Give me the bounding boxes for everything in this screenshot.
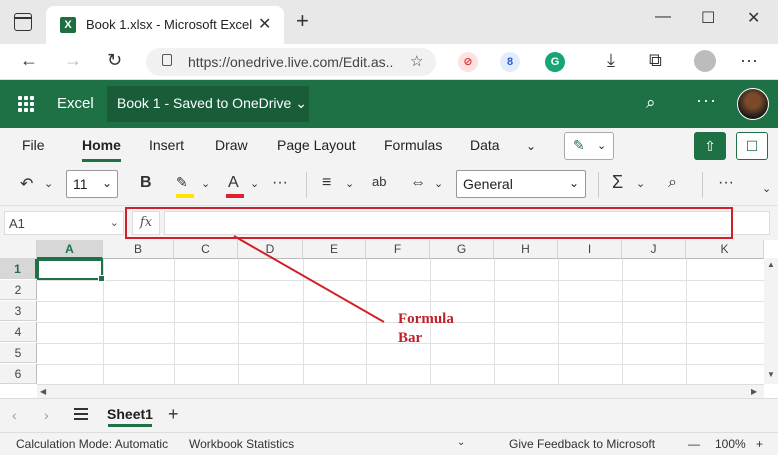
next-sheet-icon[interactable]: › [44,407,49,423]
annotation-line-2: Bar [398,330,423,346]
previous-sheet-icon[interactable]: ‹ [12,407,17,423]
annotation-label: Formula Bar [398,310,468,348]
sheet-tab-bar: ‹ › Sheet1 + [0,398,778,432]
feedback-link[interactable]: Give Feedback to Microsoft [509,437,655,451]
chevron-down-icon: ⌄ [457,437,466,448]
annotation-line-1: Formula [398,311,454,327]
zoom-level[interactable]: 100% [715,437,746,451]
workbook-statistics[interactable]: Workbook Statistics [189,437,294,451]
zoom-in-button[interactable]: + [756,437,763,451]
calculation-mode[interactable]: Calculation Mode: Automatic [16,437,168,451]
add-sheet-button[interactable]: + [168,404,179,425]
sheet-tab[interactable]: Sheet1 [104,399,156,429]
status-bar: Calculation Mode: Automatic Workbook Sta… [0,432,778,455]
zoom-out-button[interactable]: — [688,437,700,451]
all-sheets-menu-icon[interactable] [74,408,88,420]
annotation-pointer-line [233,235,385,323]
